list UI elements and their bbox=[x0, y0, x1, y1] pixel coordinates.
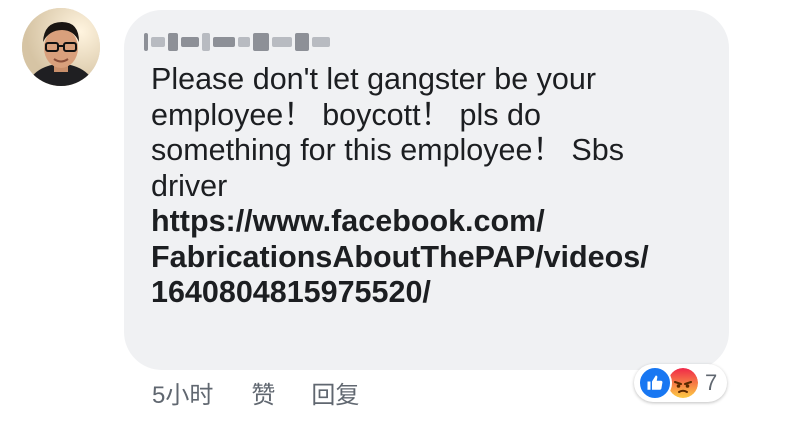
redaction-block bbox=[168, 33, 178, 51]
reactions-summary[interactable]: 7 bbox=[634, 364, 728, 402]
redaction-block bbox=[202, 33, 210, 51]
comment-link-line[interactable]: https://www.facebook.com/ bbox=[151, 204, 721, 240]
like-button[interactable]: 赞 bbox=[251, 375, 275, 410]
redaction-block bbox=[272, 37, 292, 47]
comment-link-line[interactable]: FabricationsAboutThePAP/videos/ bbox=[151, 240, 721, 276]
redaction-block bbox=[181, 37, 199, 47]
comment-text-line: something for this employee！ Sbs bbox=[151, 133, 624, 167]
comment-body: Please don't let gangster be your employ… bbox=[151, 62, 721, 311]
comment-text-line: employee！ boycott！ pls do bbox=[151, 97, 541, 132]
angry-face-glyph bbox=[668, 368, 698, 398]
comment-actions: 5小时 赞 回复 bbox=[152, 375, 359, 409]
like-icon bbox=[638, 366, 672, 400]
reply-button[interactable]: 回复 bbox=[311, 375, 359, 410]
thumbs-up-glyph bbox=[647, 375, 663, 390]
comment-timestamp[interactable]: 5小时 bbox=[152, 375, 213, 410]
avatar-photo bbox=[22, 8, 100, 86]
redaction-block bbox=[151, 37, 165, 47]
redaction-block bbox=[238, 37, 250, 47]
comment-link-line[interactable]: 1640804815975520/ bbox=[151, 275, 721, 311]
redaction-block bbox=[213, 37, 235, 47]
comment-text-line: driver bbox=[151, 168, 228, 203]
redaction-block bbox=[253, 33, 269, 51]
reaction-count: 7 bbox=[705, 370, 718, 395]
author-name-redacted[interactable] bbox=[144, 27, 334, 57]
avatar[interactable] bbox=[22, 8, 100, 86]
redaction-block bbox=[295, 33, 309, 51]
comment-screen: Please don't let gangster be your employ… bbox=[0, 0, 800, 427]
redaction-block bbox=[312, 37, 330, 47]
redaction-block bbox=[144, 33, 148, 51]
comment-text-line: Please don't let gangster be your bbox=[151, 62, 596, 96]
